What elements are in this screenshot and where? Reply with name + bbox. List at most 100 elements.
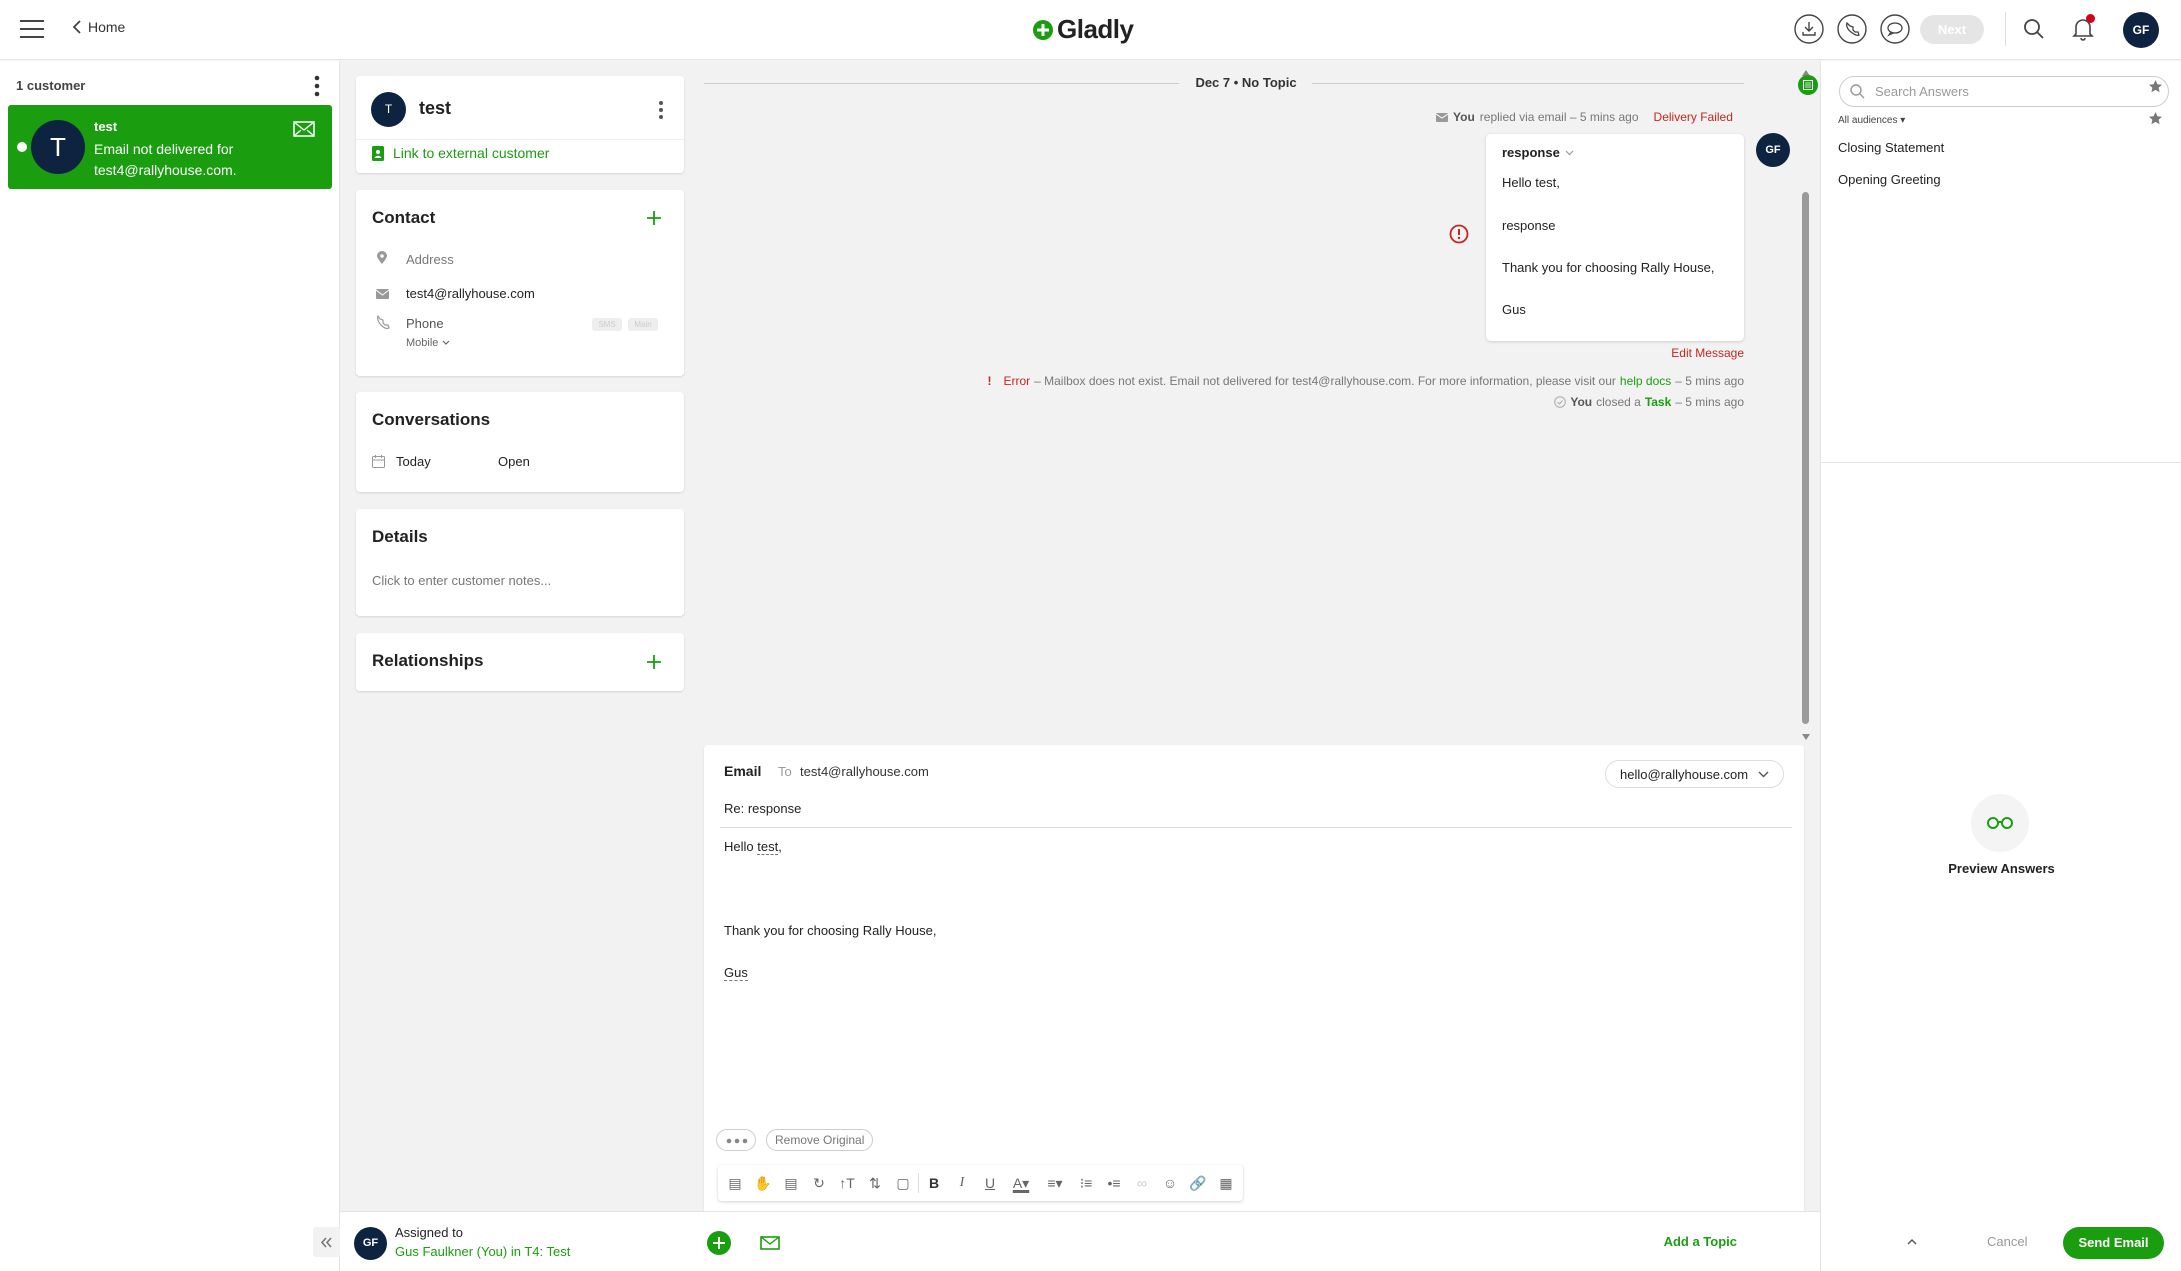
search-answers-placeholder: Search Answers (1875, 84, 1969, 99)
from-address-select[interactable]: hello@rallyhouse.com (1605, 760, 1785, 788)
message-subject[interactable]: response (1502, 145, 1574, 160)
chevron-down-icon (442, 340, 450, 345)
font-size-increase-icon[interactable]: ↑T (834, 1170, 860, 1196)
profile-name[interactable]: test (419, 98, 451, 119)
user-avatar[interactable]: GF (2123, 12, 2159, 48)
unread-dot (17, 142, 27, 152)
bullet-list-icon[interactable]: •≡ (1101, 1170, 1127, 1196)
star-icon[interactable] (2148, 111, 2163, 126)
link-external-customer[interactable]: Link to external customer (372, 145, 549, 161)
align-icon[interactable]: ≡▾ (1039, 1170, 1071, 1196)
message-line: Thank you for choosing Rally House, (1502, 260, 1715, 275)
abbr-icon[interactable]: ▢ (890, 1170, 916, 1196)
remove-original-button[interactable]: Remove Original (766, 1129, 874, 1151)
cancel-button[interactable]: Cancel (1987, 1234, 2027, 1249)
contact-email[interactable]: test4@rallyhouse.com (406, 286, 535, 301)
conversation-status[interactable]: Open (498, 454, 530, 469)
error-event: ! Error – Mailbox does not exist. Email … (940, 374, 1744, 388)
send-email-button[interactable]: Send Email (2063, 1227, 2164, 1259)
more-vertical-icon[interactable] (314, 75, 320, 97)
message-line: Gus (1502, 302, 1526, 317)
chat-icon[interactable] (1880, 14, 1910, 44)
hand-icon[interactable]: ✋ (750, 1170, 776, 1196)
profile-divider (356, 139, 684, 140)
answers-icon[interactable]: ▤ (722, 1170, 748, 1196)
subject-divider (720, 827, 1792, 828)
tasks-toggle[interactable] (1798, 75, 1818, 95)
task-link[interactable]: Task (1645, 395, 1671, 409)
text-color-icon[interactable]: A▾ (1005, 1170, 1037, 1196)
chevron-up-icon[interactable] (1907, 1238, 1917, 1245)
subject-field[interactable]: Re: response (724, 801, 801, 816)
answers-divider (1821, 462, 2181, 463)
collapse-panel-button[interactable] (313, 1227, 340, 1257)
conversation-date[interactable]: Today (396, 454, 431, 469)
ordered-list-icon[interactable]: ⁝≡ (1073, 1170, 1099, 1196)
answer-item[interactable]: Closing Statement (1838, 140, 1944, 155)
address-field[interactable]: Address (406, 252, 454, 267)
conversations-title: Conversations (372, 410, 491, 429)
message-line: Hello test, (1502, 175, 1560, 190)
show-trimmed-button[interactable] (716, 1129, 756, 1151)
profile-more-icon[interactable] (658, 100, 664, 120)
italic-icon[interactable]: I (949, 1170, 975, 1196)
hamburger-menu-icon[interactable] (20, 20, 44, 38)
star-icon[interactable] (2148, 79, 2163, 94)
line-height-icon[interactable]: ⇅ (862, 1170, 888, 1196)
add-relationship-icon[interactable] (646, 654, 662, 670)
add-topic-button[interactable]: Add a Topic (1664, 1234, 1737, 1249)
body-name: test (757, 839, 779, 855)
preview-answers-label: Preview Answers (1948, 861, 2055, 876)
to-field[interactable]: test4@rallyhouse.com (800, 764, 929, 779)
timeline-scrollbar[interactable] (1800, 70, 1810, 742)
body-greeting: Hello (724, 839, 758, 854)
error-alert-icon (1449, 224, 1469, 244)
email-body-editor[interactable]: Hello test, Thank you for choosing Rally… (724, 839, 1784, 1039)
underline-icon[interactable]: U (977, 1170, 1003, 1196)
customer-notes-field[interactable]: Click to enter customer notes... (372, 573, 551, 588)
email-channel-icon[interactable] (760, 1236, 780, 1250)
refresh-icon[interactable]: ↻ (806, 1170, 832, 1196)
home-link[interactable]: Home (72, 19, 125, 35)
unlink-icon[interactable]: ∞ (1129, 1170, 1155, 1196)
next-button[interactable]: Next (1920, 15, 1984, 44)
phone-icon[interactable] (1837, 14, 1867, 44)
relationships-card: Relationships (356, 633, 684, 691)
inbox-download-icon[interactable] (1794, 14, 1824, 44)
search-icon[interactable] (2022, 17, 2046, 41)
briefcase-icon[interactable]: ▤ (778, 1170, 804, 1196)
scroll-down-arrow[interactable] (1802, 734, 1810, 740)
emoji-icon[interactable]: ☺ (1157, 1170, 1183, 1196)
assignee-link[interactable]: Gus Faulkner (You) in T4: Test (395, 1244, 570, 1259)
topic-header[interactable]: Dec 7 • No Topic (1180, 75, 1312, 90)
edit-message-link[interactable]: Edit Message (1600, 346, 1744, 360)
reply-you: You (1453, 110, 1475, 124)
phone-small-icon (377, 315, 390, 329)
link-icon[interactable]: 🔗 (1185, 1170, 1211, 1196)
bold-icon[interactable]: B (921, 1170, 947, 1196)
topic-line-right (1312, 83, 1744, 84)
answers-search-icon (1850, 84, 1865, 99)
add-channel-button[interactable] (707, 1231, 731, 1255)
image-icon[interactable]: ▦ (1213, 1170, 1239, 1196)
audience-filter[interactable]: All audiences ▾ (1838, 115, 1905, 126)
scroll-thumb[interactable] (1802, 192, 1809, 724)
email-message-bubble: response Hello test, response Thank you … (1486, 134, 1744, 341)
to-label: To (778, 764, 792, 779)
phone-type-select[interactable]: Mobile (406, 337, 450, 349)
body-comma: , (778, 839, 782, 854)
answer-item[interactable]: Opening Greeting (1838, 172, 1941, 187)
add-contact-icon[interactable] (646, 210, 662, 226)
notifications-bell[interactable] (2071, 14, 2095, 42)
search-answers-input[interactable]: Search Answers (1839, 76, 2169, 107)
preview-answers-button[interactable] (1971, 794, 2029, 852)
task-event: You closed a Task – 5 mins ago (1400, 395, 1744, 409)
help-docs-link[interactable]: help docs (1620, 374, 1671, 388)
email-icon (293, 121, 315, 137)
brand-name: Gladly (1057, 14, 1134, 44)
customer-list-item[interactable]: T test Email not delivered for test4@ral… (8, 105, 332, 189)
phone-field[interactable]: Phone (406, 316, 444, 331)
delivery-failed-status: Delivery Failed (1653, 110, 1733, 124)
link-external-label: Link to external customer (393, 145, 550, 161)
reply-meta: You replied via email – 5 mins ago Deliv… (1436, 110, 1733, 124)
